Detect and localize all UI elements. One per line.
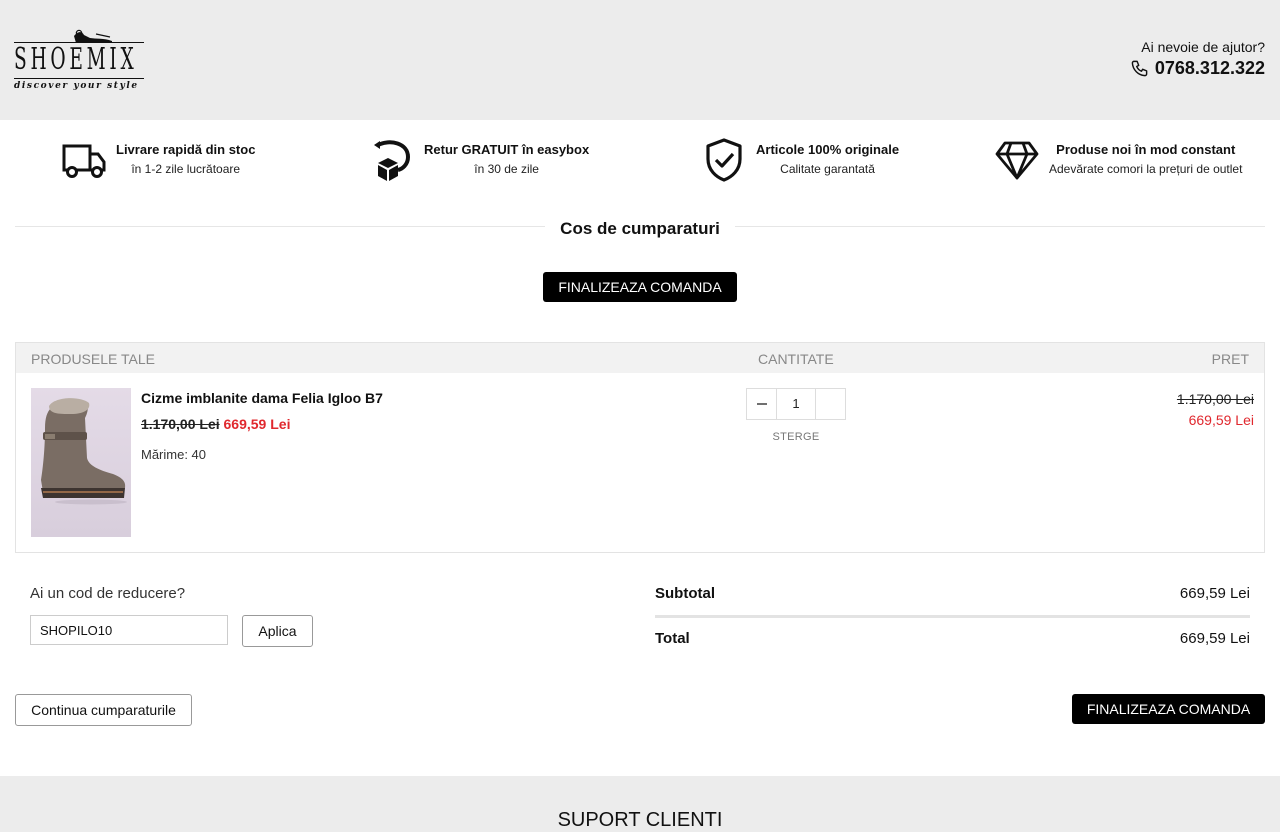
footer-title: SUPORT CLIENTI <box>557 809 723 831</box>
benefit-original: Articole 100% originale Calitate garanta… <box>700 130 899 190</box>
benefit-return: Retur GRATUIT în easybox în 30 de zile <box>368 130 589 190</box>
phone-number: 0768.312.322 <box>1154 58 1265 78</box>
subtotal-label: Subtotal <box>655 585 715 602</box>
shoemix-logo[interactable]: SHOEMIX discover your style <box>14 28 146 96</box>
diamond-icon <box>993 136 1041 184</box>
product-size: Mărime: 40 <box>141 447 207 462</box>
benefit-delivery: Livrare rapidă din stoc în 1-2 zile lucr… <box>60 130 255 190</box>
logo-rule-bottom <box>14 78 144 79</box>
page-title: Cos de cumparaturi <box>560 219 720 238</box>
remove-item-link[interactable]: STERGE <box>746 431 846 443</box>
discount-label: Ai un cod de reducere? <box>30 585 186 602</box>
total-value: 669,59 Lei <box>1179 630 1250 647</box>
header-price: PRET <box>1211 351 1249 367</box>
boot-image <box>41 398 127 505</box>
site-header: SHOEMIX discover your style Ai nevoie de… <box>0 0 1280 120</box>
help-contact: Ai nevoie de ajutor? 0768.312.322 <box>1130 38 1265 80</box>
cart-table: PRODUSELE TALE CANTITATE PRET Cizme imbl… <box>15 342 1265 553</box>
discount-code-input[interactable] <box>30 615 228 645</box>
header-products: PRODUSELE TALE <box>31 351 155 367</box>
checkout-button-bottom[interactable]: FINALIZEAZA COMANDA <box>1072 694 1265 724</box>
help-question: Ai nevoie de ajutor? <box>1141 39 1265 55</box>
return-box-icon <box>368 136 416 184</box>
apply-discount-button[interactable]: Aplica <box>242 615 313 647</box>
quantity-value[interactable]: 1 <box>776 389 816 419</box>
product-name[interactable]: Cizme imblanite dama Felia Igloo B7 <box>141 390 383 406</box>
benefit-title: Produse noi în mod constant <box>1056 142 1236 157</box>
checkout-button-top[interactable]: FINALIZEAZA COMANDA <box>543 272 737 302</box>
product-image[interactable] <box>31 388 131 537</box>
cart-header-row: PRODUSELE TALE CANTITATE PRET <box>16 343 1264 373</box>
truck-icon <box>60 136 108 184</box>
benefit-subtitle: Calitate garantată <box>780 162 875 176</box>
site-footer: SUPORT CLIENTI <box>0 776 1280 832</box>
line-old-price: 1.170,00 Lei <box>1176 391 1254 407</box>
product-price: 1.170,00 Lei 669,59 Lei <box>141 416 290 432</box>
logo-wordmark: SHOEMIX <box>14 42 138 77</box>
line-new-price: 669,59 Lei <box>1188 412 1254 428</box>
phone-link[interactable]: 0768.312.322 <box>1130 56 1265 80</box>
subtotal-value: 669,59 Lei <box>1179 585 1250 602</box>
benefit-subtitle: în 1-2 zile lucrătoare <box>131 162 241 176</box>
benefit-subtitle: în 30 de zile <box>474 162 539 176</box>
benefit-title: Retur GRATUIT în easybox <box>424 142 590 157</box>
benefit-title: Articole 100% originale <box>756 142 900 157</box>
decrease-quantity-button[interactable] <box>747 389 776 419</box>
total-label: Total <box>655 630 690 647</box>
benefit-new-products: Produse noi în mod constant Adevărate co… <box>993 130 1242 190</box>
minus-icon <box>756 403 767 405</box>
benefit-title: Livrare rapidă din stoc <box>116 142 256 157</box>
increase-quantity-button[interactable] <box>816 389 845 419</box>
phone-icon <box>1131 60 1148 76</box>
shield-check-icon <box>700 136 748 184</box>
quantity-stepper: 1 <box>746 388 846 420</box>
product-new-price: 669,59 Lei <box>223 416 291 432</box>
header-quantity: CANTITATE <box>758 351 834 367</box>
benefits-bar: Livrare rapidă din stoc în 1-2 zile lucr… <box>0 130 1280 190</box>
continue-shopping-button[interactable]: Continua cumparaturile <box>15 694 192 726</box>
totals-divider <box>655 615 1250 618</box>
benefit-subtitle: Adevărate comori la prețuri de outlet <box>1049 162 1243 176</box>
logo-tagline: discover your style <box>14 81 139 91</box>
product-old-price: 1.170,00 Lei <box>141 416 220 432</box>
